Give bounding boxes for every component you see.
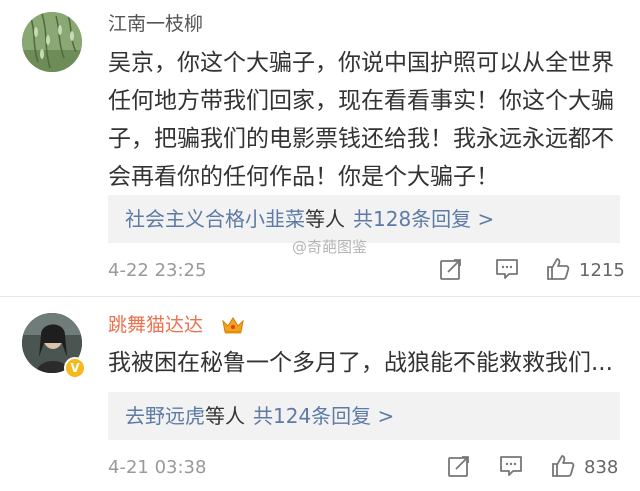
verified-badge: V [64, 357, 86, 379]
comment-icon[interactable] [494, 256, 520, 282]
comment-icon[interactable] [498, 453, 524, 479]
avatar[interactable] [22, 12, 82, 72]
reply-suffix: 等人 [305, 207, 345, 231]
like-count: 1215 [579, 260, 625, 281]
username[interactable]: 跳舞猫达达 [108, 313, 203, 337]
repost-icon[interactable] [446, 453, 472, 479]
reply-users-link[interactable]: 社会主义合格小韭菜 [125, 207, 305, 231]
reply-count-link[interactable]: 共128条回复 > [353, 207, 494, 231]
timestamp: 4-21 03:38 [108, 457, 207, 478]
comment-footer: 4-22 23:25 1215 [108, 256, 628, 286]
like-count: 838 [584, 457, 619, 478]
repost-icon[interactable] [438, 256, 464, 282]
timestamp: 4-22 23:25 [108, 260, 207, 281]
like-icon[interactable] [550, 453, 576, 479]
comment-text: 我被困在秘鲁一个多月了，战狼能不能救救我们... [108, 350, 613, 376]
watermark: @奇葩图鉴 [292, 238, 368, 256]
reply-summary[interactable]: 去野远虎等人 共124条回复 > [108, 392, 620, 440]
comment-item: V 跳舞猫达达 我被困在秘鲁一个多月了，战狼能不能救救我们... 去野远虎等人共… [0, 297, 640, 491]
reply-count-link[interactable]: 共124条回复 > [253, 404, 394, 428]
like-icon[interactable] [545, 256, 571, 282]
comment-text: 吴京，你这个大骗子，你说中国护照可以从全世界任何地方带我们回家，现在看看事实！你… [108, 50, 614, 190]
username[interactable]: 江南一枝柳 [108, 12, 203, 36]
comment-footer: 4-21 03:38 838 [108, 453, 628, 483]
reply-suffix: 等人 [205, 404, 245, 428]
crown-icon [221, 315, 245, 335]
reply-users-link[interactable]: 去野远虎 [125, 404, 205, 428]
